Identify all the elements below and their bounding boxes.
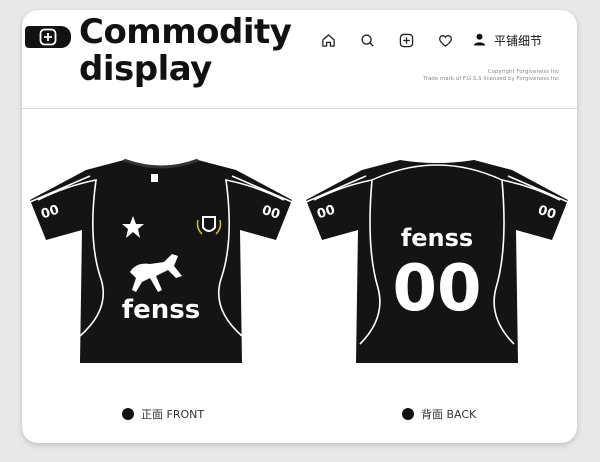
back-shirt-image: 00 00 fenss 00 [305,160,569,363]
title-line-1: Commodity [79,12,292,52]
copyright-line-2: Trade mark of F.G.S.S licensed by Forgiv… [423,76,559,82]
header-divider [22,108,577,109]
front-caption-label: 正面 FRONT [141,408,205,421]
back-caption-label: 背面 BACK [421,408,477,421]
page-title: Commodity display [79,12,292,89]
user-icon [473,31,486,50]
product-card: Commodity display 平铺细节 Copyright Forgive… [22,10,577,443]
front-brand-text: fenss [122,295,200,325]
search-icon[interactable] [359,32,375,48]
back-brand-text: fenss [401,224,473,252]
header: Commodity display 平铺细节 Copyright Forgive… [22,10,577,108]
bullet-icon [122,408,134,420]
back-number-text: 00 [392,252,481,326]
heart-icon[interactable] [437,32,453,48]
plus-square-icon[interactable] [25,26,71,48]
back-caption: 背面 BACK [402,406,476,422]
title-line-2: display [79,49,212,89]
copyright-note: Copyright Forgiveness Inc Trade mark of … [423,69,559,83]
front-shirt-image: 00 00 fenss [29,158,293,363]
bullet-icon [402,408,414,420]
top-nav: 平铺细节 [320,28,542,52]
home-icon[interactable] [320,32,336,48]
user-menu[interactable]: 平铺细节 [473,31,542,50]
add-icon[interactable] [398,32,414,48]
user-menu-label: 平铺细节 [494,33,543,48]
copyright-line-1: Copyright Forgiveness Inc [487,69,559,75]
front-caption: 正面 FRONT [122,406,204,422]
